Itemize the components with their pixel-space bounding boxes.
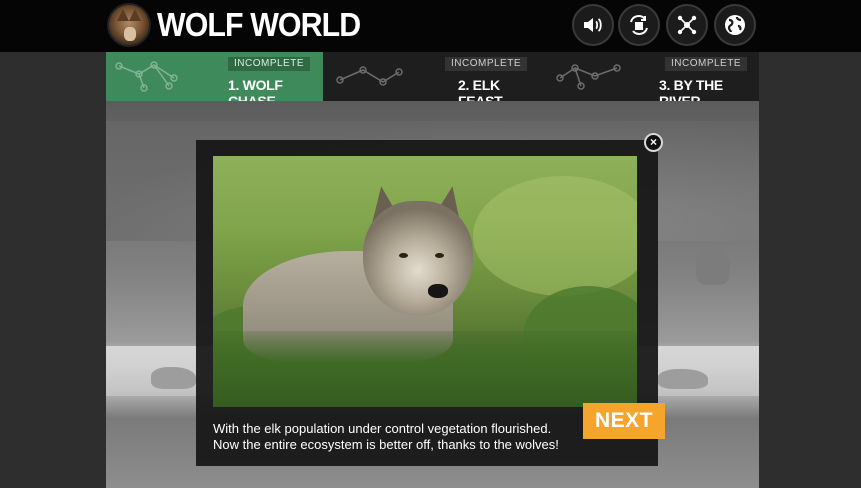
reset-button[interactable] — [618, 4, 660, 46]
speaker-icon — [584, 18, 602, 32]
recycle-trash-icon — [630, 15, 648, 35]
network-icon — [677, 15, 697, 35]
app-title: WOLF WORLD — [157, 6, 361, 43]
close-button[interactable]: × — [644, 133, 663, 152]
top-bar: WOLF WORLD — [0, 0, 861, 52]
background-wolf — [696, 249, 730, 285]
network-pattern-icon — [556, 64, 621, 90]
status-badge: INCOMPLETE — [228, 57, 311, 71]
status-badge: INCOMPLETE — [445, 57, 528, 71]
network-pattern-icon — [336, 66, 403, 86]
status-badge: INCOMPLETE — [665, 57, 748, 71]
wolf-logo-icon — [107, 3, 151, 47]
network-pattern-icon — [115, 61, 178, 92]
tab-wolf-chase[interactable]: INCOMPLETE 1. WOLF CHASE — [106, 52, 323, 109]
background-wolf — [658, 369, 708, 389]
wolf-photo — [213, 156, 637, 407]
modal-caption: With the elk population under control ve… — [213, 421, 583, 452]
caption-line: Now the entire ecosystem is better off, … — [213, 436, 559, 452]
next-button[interactable]: NEXT — [583, 403, 665, 439]
background-wolf — [151, 367, 196, 389]
sound-button[interactable] — [572, 4, 614, 46]
step-tabs: INCOMPLETE 1. WOLF CHASE INCOMPLETE 2. E… — [106, 52, 759, 109]
network-button[interactable] — [666, 4, 708, 46]
tab-elk-feast[interactable]: INCOMPLETE 2. ELK FEAST — [323, 52, 541, 109]
globe-button[interactable] — [714, 4, 756, 46]
tab-by-the-river[interactable]: INCOMPLETE 3. BY THE RIVER — [541, 52, 759, 109]
globe-icon — [725, 15, 745, 35]
caption-line: With the elk population under control ve… — [213, 421, 552, 436]
